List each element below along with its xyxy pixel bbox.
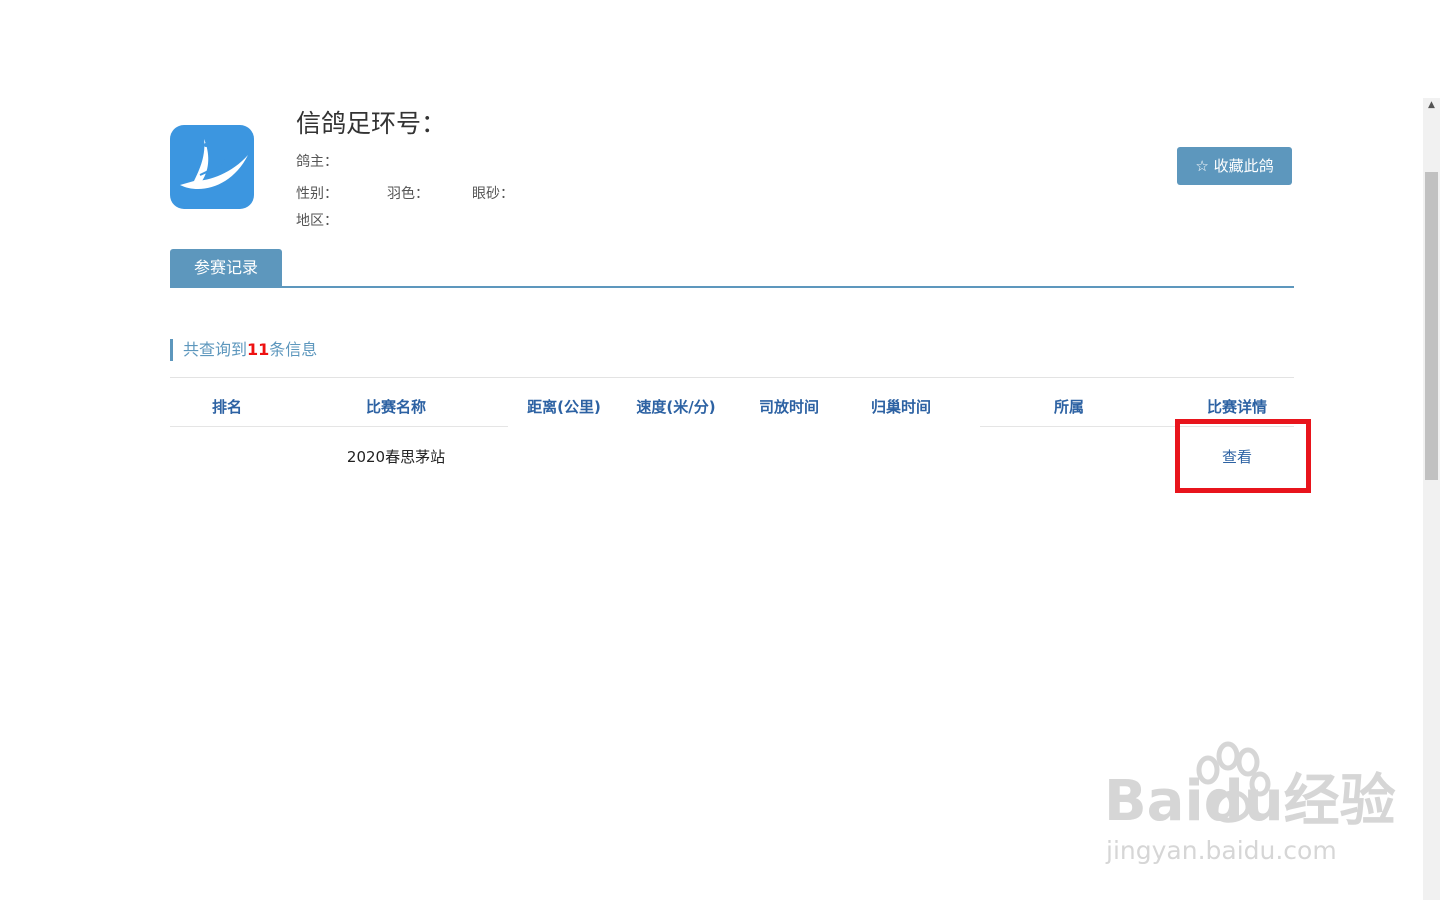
result-count: 11	[247, 340, 270, 359]
tab-race-records[interactable]: 参赛记录	[170, 249, 282, 287]
summary-prefix: 共查询到	[183, 340, 248, 359]
gender-label: 性别：	[296, 186, 338, 202]
feather-color-label: 羽色：	[387, 186, 429, 202]
highlight-annotation-box	[1175, 419, 1311, 493]
dove-logo-icon	[170, 125, 254, 209]
cell-race-name: 2020春思茅站	[346, 448, 446, 466]
summary-suffix: 条信息	[269, 340, 318, 359]
eye-sand-label: 眼砂：	[472, 186, 514, 202]
owner-row: 鸽主：	[296, 151, 338, 171]
scroll-thumb[interactable]	[1425, 172, 1438, 480]
owner-label: 鸽主：	[296, 154, 338, 170]
column-header-speed: 速度(米/分)	[636, 398, 716, 416]
column-header-race-name: 比赛名称	[365, 398, 426, 416]
region-row: 地区：	[296, 210, 338, 230]
column-header-distance: 距离(公里)	[527, 398, 601, 416]
column-header-affiliation: 所属	[1053, 398, 1084, 416]
watermark-main-text: Baidu经验	[1104, 769, 1396, 834]
summary-divider	[170, 377, 1294, 378]
ring-number-title: 信鸽足环号：	[296, 109, 447, 138]
header-divider-left	[170, 426, 508, 427]
column-header-rank: 排名	[211, 398, 242, 416]
favorite-button[interactable]: ☆ 收藏此鸽	[1177, 147, 1292, 185]
column-header-release-time: 司放时间	[758, 398, 819, 416]
baidu-jingyan-watermark: Baidu经验 jingyan.baidu.com	[1100, 740, 1396, 870]
column-header-return-time: 归巢时间	[870, 398, 931, 416]
result-summary: 共查询到11条信息	[170, 339, 317, 361]
region-label: 地区：	[296, 213, 338, 229]
column-header-detail: 比赛详情	[1206, 398, 1267, 416]
watermark-url: jingyan.baidu.com	[1106, 836, 1337, 865]
tab-underline	[170, 286, 1294, 288]
page-scrollbar[interactable]: ▲	[1423, 98, 1440, 900]
scroll-up-arrow-icon[interactable]: ▲	[1423, 98, 1440, 112]
attributes-row: 性别： 羽色： 眼砂：	[296, 183, 514, 203]
page: 信鸽足环号： 鸽主： 性别： 羽色： 眼砂： 地区： ☆ 收藏此鸽 参赛记录 共查询…	[0, 0, 1440, 900]
